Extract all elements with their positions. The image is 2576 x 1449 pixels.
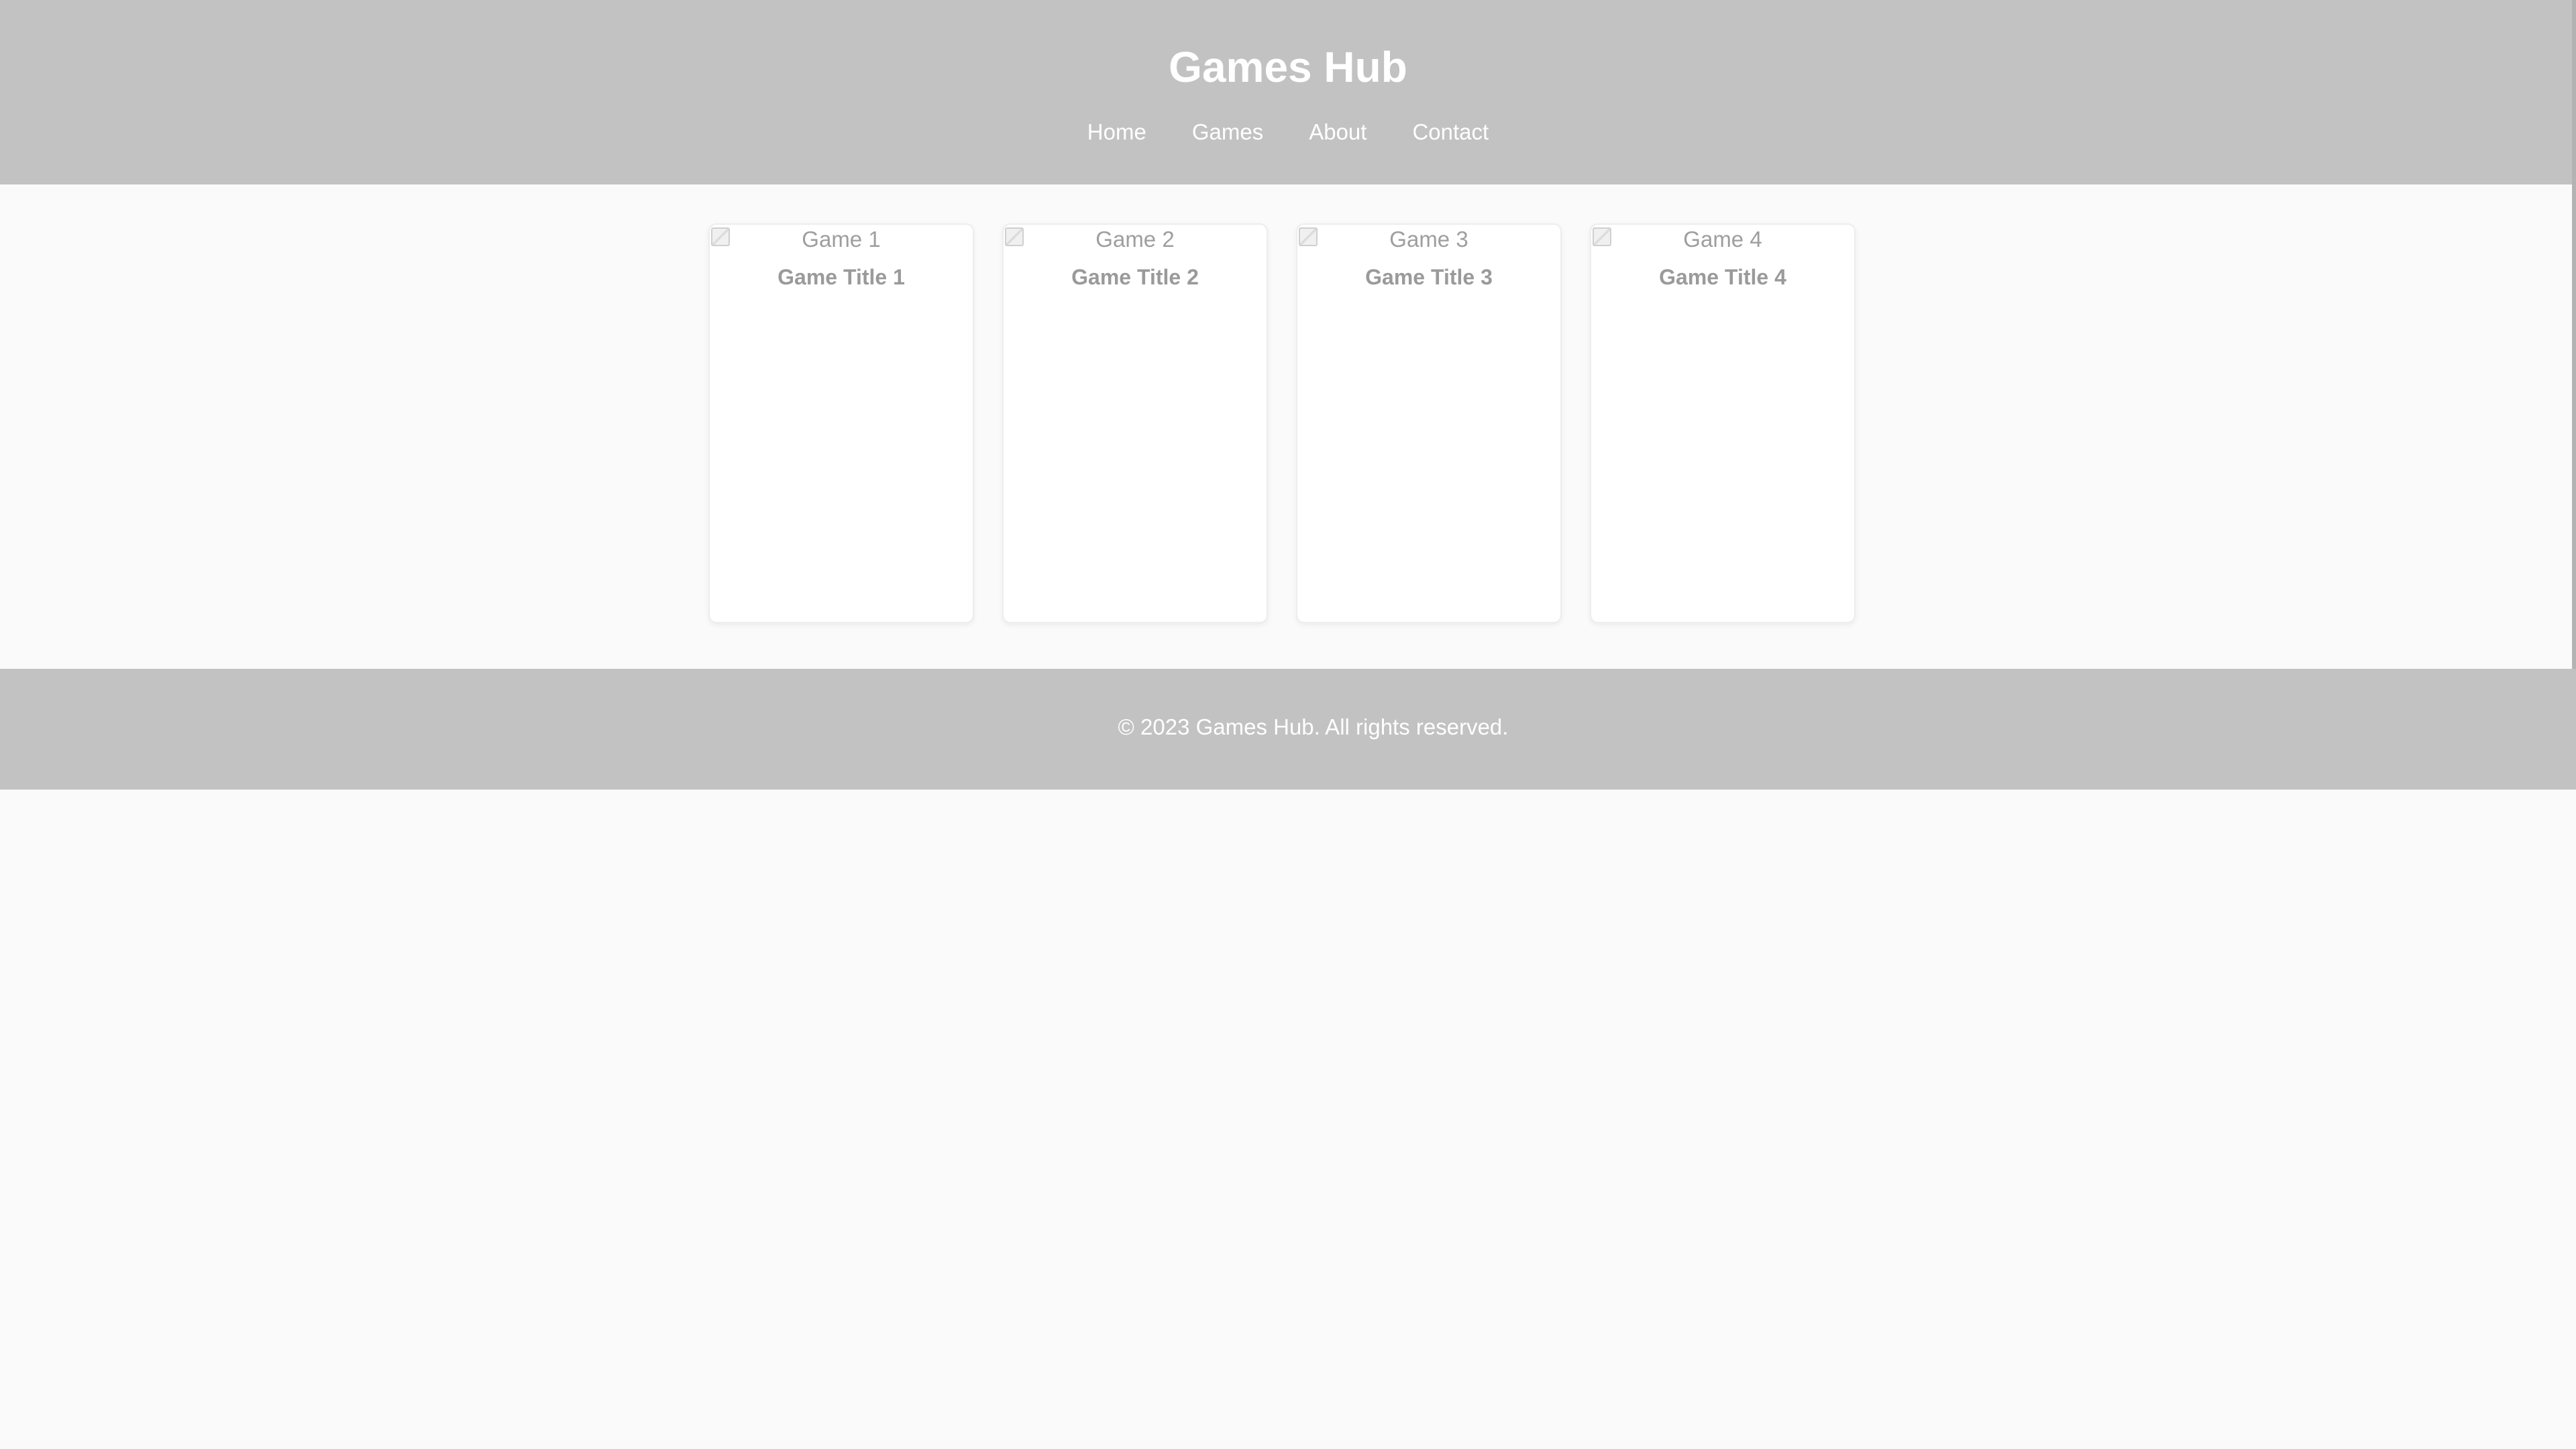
nav-home-link[interactable]: Home <box>1087 117 1146 147</box>
game-grid: Game 1 Game Title 1 Game 2 Game Title 2 … <box>708 223 1856 623</box>
game-card[interactable]: Game 3 Game Title 3 <box>1296 223 1562 623</box>
game-image: Game 4 <box>1591 225 1854 254</box>
nav-games-link[interactable]: Games <box>1192 117 1263 147</box>
site-header: Games Hub Home Games About Contact <box>0 0 2576 184</box>
game-image: Game 1 <box>710 225 973 254</box>
main-nav: Home Games About Contact <box>0 117 2576 147</box>
game-card[interactable]: Game 1 Game Title 1 <box>708 223 974 623</box>
game-image: Game 2 <box>1004 225 1267 254</box>
game-image-alt: Game 1 <box>802 227 881 252</box>
nav-contact-link[interactable]: Contact <box>1412 117 1489 147</box>
game-image-alt: Game 2 <box>1095 227 1175 252</box>
game-card[interactable]: Game 2 Game Title 2 <box>1002 223 1268 623</box>
site-footer: © 2023 Games Hub. All rights reserved. <box>0 669 2576 790</box>
game-title: Game Title 3 <box>1365 265 1493 289</box>
page: Games Hub Home Games About Contact Game … <box>0 0 2576 1449</box>
broken-image-icon <box>1299 227 1318 246</box>
copyright-text: © 2023 Games Hub. All rights reserved. <box>1118 714 1509 739</box>
broken-image-icon <box>1005 227 1024 246</box>
game-card[interactable]: Game 4 Game Title 4 <box>1590 223 1856 623</box>
nav-about-link[interactable]: About <box>1309 117 1366 147</box>
game-image: Game 3 <box>1297 225 1560 254</box>
site-title: Games Hub <box>1169 43 1407 91</box>
broken-image-icon <box>1593 227 1611 246</box>
game-title: Game Title 4 <box>1659 265 1786 289</box>
game-title: Game Title 1 <box>777 265 905 289</box>
game-image-alt: Game 3 <box>1389 227 1468 252</box>
broken-image-icon <box>711 227 730 246</box>
game-title: Game Title 2 <box>1071 265 1199 289</box>
game-image-alt: Game 4 <box>1683 227 1762 252</box>
